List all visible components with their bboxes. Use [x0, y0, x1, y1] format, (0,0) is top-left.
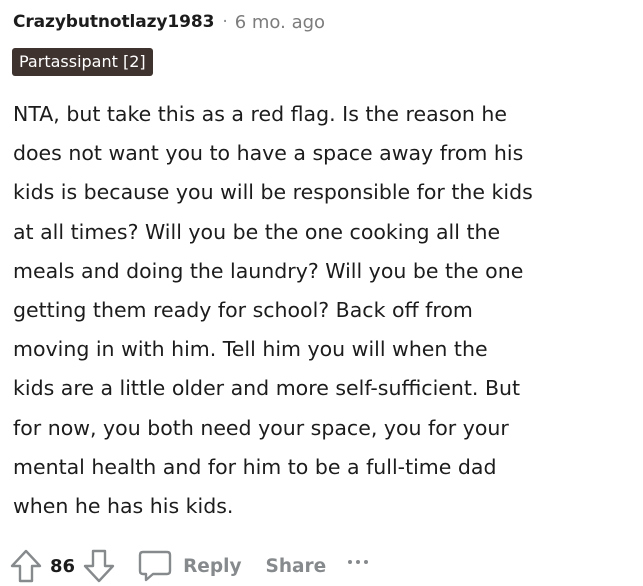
comment-body-line: does not want you to have a space away f…: [13, 141, 524, 166]
comment: Crazybutnotlazy1983 · 6 mo. ago Partassi…: [0, 0, 643, 585]
comment-body-line: meals and doing the laundry? Will you be…: [13, 258, 524, 283]
share-button[interactable]: Share: [266, 556, 327, 577]
user-flair: Partassipant [2]: [12, 48, 153, 76]
comment-body: NTA, but take this as a red flag. Is the…: [13, 95, 638, 526]
comment-body-line: kids is because you will be responsible …: [13, 180, 533, 205]
comment-body-line: mental health and for him to be a full-t…: [13, 454, 497, 479]
comment-timestamp[interactable]: 6 mo. ago: [235, 12, 325, 33]
reply-label: Reply: [183, 555, 242, 577]
comment-body-line: when he has his kids.: [13, 494, 234, 519]
comment-action-bar: 86 Reply Share: [10, 546, 369, 586]
comment-body-line: moving in with him. Tell him you will wh…: [13, 337, 488, 362]
comment-body-line: at all times? Will you be the one cookin…: [13, 219, 501, 244]
ellipsis-dot: [364, 560, 369, 564]
ellipsis-dot: [356, 560, 361, 564]
speech-bubble-icon: [137, 549, 173, 583]
comment-body-line: kids are a little older and more self-su…: [13, 376, 521, 401]
comment-body-line: getting them ready for school? Back off …: [13, 298, 473, 323]
comment-body-line: for now, you both need your space, you f…: [13, 415, 509, 440]
comment-header: Crazybutnotlazy1983 · 6 mo. ago: [13, 9, 325, 35]
downvote-arrow-icon[interactable]: [83, 549, 115, 583]
author-username[interactable]: Crazybutnotlazy1983: [13, 12, 214, 32]
ellipsis-icon[interactable]: [348, 560, 369, 564]
meta-separator: ·: [222, 12, 228, 32]
reply-button[interactable]: Reply: [137, 549, 242, 583]
upvote-arrow-icon[interactable]: [10, 549, 42, 583]
ellipsis-dot: [348, 560, 353, 564]
comment-body-line: NTA, but take this as a red flag. Is the…: [13, 102, 508, 126]
vote-count: 86: [50, 555, 76, 577]
